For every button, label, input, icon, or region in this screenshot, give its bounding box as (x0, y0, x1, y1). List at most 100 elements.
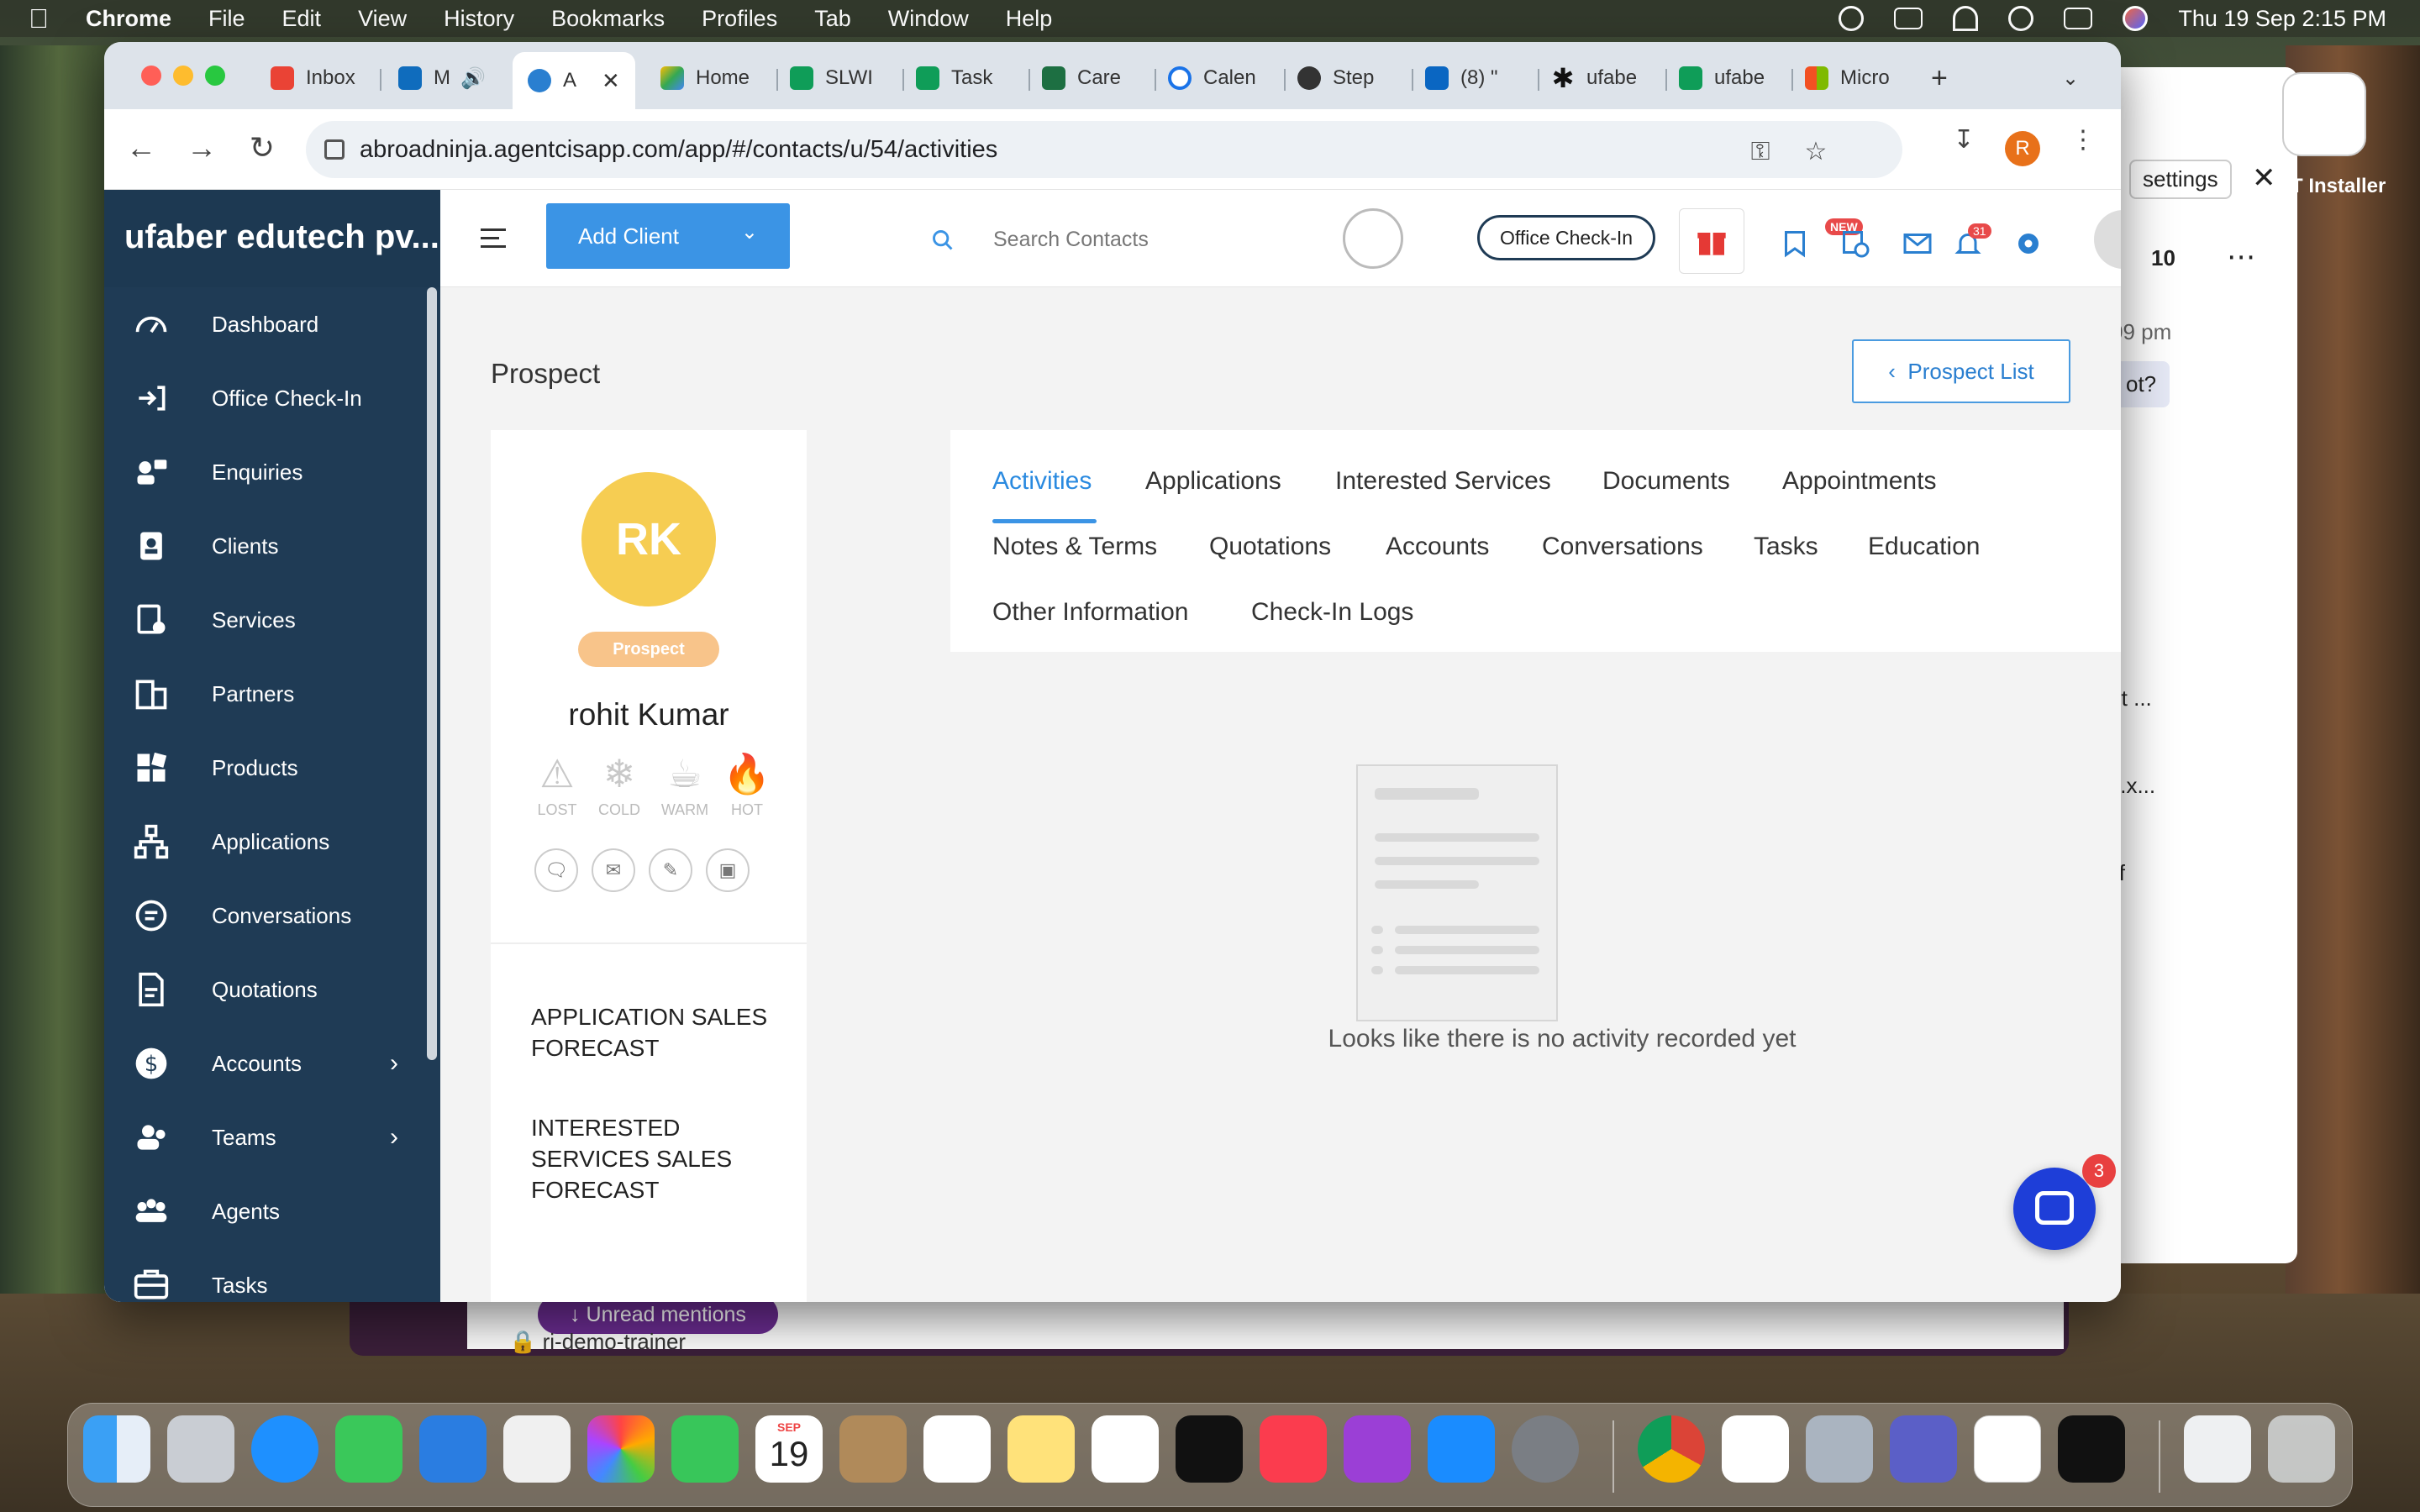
support-chat-button[interactable] (2013, 1168, 2096, 1250)
apple-icon[interactable]:  (29, 5, 52, 32)
bookmark-star-icon[interactable]: ☆ (1802, 139, 1830, 165)
slack-channel-name[interactable]: 🔒 ri-demo-trainer (509, 1329, 686, 1355)
mail-icon[interactable] (1902, 228, 1933, 259)
address-bar[interactable]: abroadninja.agentcisapp.com/app/#/contac… (306, 121, 1902, 178)
browser-tab[interactable]: SLWI (790, 59, 873, 97)
more-options-icon[interactable]: ⋯ (2227, 240, 2255, 274)
installer-icon[interactable] (1806, 1415, 1873, 1483)
add-client-button[interactable]: Add Client ⌄ (546, 203, 790, 269)
search-contacts-input[interactable] (993, 218, 1262, 260)
browser-tab[interactable]: ✱ ufabe (1551, 59, 1637, 97)
finder-icon[interactable] (83, 1415, 150, 1483)
prospect-list-button[interactable]: ‹ Prospect List (1852, 339, 2070, 403)
chrome-icon[interactable] (1638, 1415, 1705, 1483)
settings-gear-icon[interactable] (2013, 228, 2044, 259)
close-icon[interactable]: ✕ (2252, 161, 2276, 195)
sidebar-item-quotations[interactable]: Quotations (104, 953, 427, 1026)
menu-bookmarks[interactable]: Bookmarks (551, 6, 665, 32)
maximize-window-button[interactable] (205, 66, 225, 86)
launchpad-icon[interactable] (167, 1415, 234, 1483)
tab-appointments[interactable]: Appointments (1782, 467, 1936, 496)
messages-icon[interactable] (335, 1415, 402, 1483)
mail-app-icon[interactable] (419, 1415, 487, 1483)
tab-check-in-logs[interactable]: Check-In Logs (1251, 598, 1413, 627)
browser-tab[interactable]: Inbox (271, 59, 355, 97)
siri-icon[interactable] (2123, 6, 2149, 31)
sidebar-item-tasks[interactable]: Tasks (104, 1248, 427, 1302)
sidebar-item-teams[interactable]: Teams › (104, 1100, 427, 1174)
app-store-icon[interactable] (1428, 1415, 1495, 1483)
sidebar-item-products[interactable]: Products (104, 731, 427, 805)
sidebar-item-accounts[interactable]: $ Accounts › (104, 1026, 427, 1100)
podcasts-icon[interactable] (1344, 1415, 1411, 1483)
trash-icon[interactable] (2268, 1415, 2335, 1483)
browser-tab[interactable]: Home (660, 59, 750, 97)
chatgpt-dock-icon[interactable] (1974, 1415, 2041, 1483)
sidebar-item-office-check-in[interactable]: Office Check-In (104, 361, 427, 435)
menu-edit[interactable]: Edit (282, 6, 322, 32)
back-button[interactable]: ← (119, 126, 163, 170)
chatgpt-members-count[interactable]: 10 (2151, 245, 2175, 271)
task-check-icon[interactable] (1840, 228, 1870, 259)
reminders-icon[interactable] (923, 1415, 991, 1483)
tab-activities[interactable]: Activities (992, 467, 1092, 496)
new-tab-button[interactable]: + (1931, 59, 1948, 97)
control-center-icon[interactable] (2064, 8, 2093, 29)
menu-help[interactable]: Help (1006, 6, 1053, 32)
tab-applications[interactable]: Applications (1145, 467, 1281, 496)
contact-avatar[interactable]: RK (581, 472, 716, 606)
tab-tasks[interactable]: Tasks (1754, 533, 1818, 561)
tab-accounts[interactable]: Accounts (1386, 533, 1489, 561)
office-check-in-button[interactable]: Office Check-In (1477, 215, 1655, 260)
teams-app-icon[interactable] (1890, 1415, 1957, 1483)
brand-name[interactable]: ufaber edutech pv... (104, 190, 440, 287)
tab-conversations[interactable]: Conversations (1542, 533, 1703, 561)
forward-button[interactable]: → (180, 126, 224, 170)
apple-tv-icon[interactable] (1176, 1415, 1243, 1483)
chevron-down-icon[interactable]: ⌄ (741, 220, 758, 244)
chat-icon[interactable]: 🗨 (534, 848, 578, 892)
browser-tab[interactable]: M 🔊 (398, 59, 486, 97)
browser-tab[interactable]: Care (1042, 59, 1121, 97)
sidebar-item-enquiries[interactable]: Enquiries (104, 435, 427, 509)
freeform-icon[interactable] (1092, 1415, 1159, 1483)
application-sales-forecast[interactable]: APPLICATION SALES FORECAST (531, 1001, 783, 1063)
menu-profiles[interactable]: Profiles (702, 6, 777, 32)
menu-clock[interactable]: Thu 19 Sep 2:15 PM (2178, 6, 2386, 32)
system-settings-icon[interactable] (1512, 1415, 1579, 1483)
tab-interested-services[interactable]: Interested Services (1335, 467, 1551, 496)
url-text[interactable]: abroadninja.agentcisapp.com/app/#/contac… (360, 136, 997, 164)
tab-other-information[interactable]: Other Information (992, 598, 1188, 627)
photos-icon[interactable] (587, 1415, 655, 1483)
hamburger-menu-icon[interactable] (481, 228, 506, 254)
battery-icon[interactable] (1894, 8, 1923, 29)
tab-quotations[interactable]: Quotations (1209, 533, 1331, 561)
slack-icon[interactable] (1722, 1415, 1789, 1483)
lead-warm-option[interactable]: ☕ WARM (655, 746, 714, 819)
terminal-icon[interactable] (2058, 1415, 2125, 1483)
browser-tab[interactable]: Calen (1168, 59, 1256, 97)
chatgpt-app-icon[interactable] (2282, 72, 2366, 156)
interested-services-sales-forecast[interactable]: INTERESTED SERVICES SALES FORECAST (531, 1112, 783, 1205)
browser-tab[interactable]: Task (916, 59, 992, 97)
menu-app-name[interactable]: Chrome (86, 6, 171, 32)
tab-search-chevron-icon[interactable]: ⌄ (2062, 59, 2079, 97)
profile-avatar[interactable]: R (2005, 131, 2040, 166)
email-icon[interactable]: ✉ (592, 848, 635, 892)
sidebar-item-agents[interactable]: Agents (104, 1174, 427, 1248)
music-icon[interactable] (1260, 1415, 1327, 1483)
reload-button[interactable]: ↻ (240, 126, 284, 170)
browser-tab-active[interactable]: A ✕ (513, 52, 635, 109)
tab-notes-terms[interactable]: Notes & Terms (992, 533, 1157, 561)
close-tab-icon[interactable]: ✕ (602, 68, 620, 94)
browser-tab[interactable]: ufabe (1679, 59, 1765, 97)
announcements-icon[interactable] (1780, 228, 1810, 259)
facetime-icon[interactable] (671, 1415, 739, 1483)
sidebar-item-applications[interactable]: Applications (104, 805, 427, 879)
sidebar-item-partners[interactable]: Partners (104, 657, 427, 731)
download-icon[interactable]: ↧ (1949, 128, 1978, 153)
sidebar-scrollbar[interactable] (427, 287, 437, 1060)
spotlight-search-icon[interactable] (2008, 6, 2034, 31)
browser-tab[interactable]: Micro (1805, 59, 1890, 97)
password-key-icon[interactable]: ⚿ (1746, 139, 1775, 165)
